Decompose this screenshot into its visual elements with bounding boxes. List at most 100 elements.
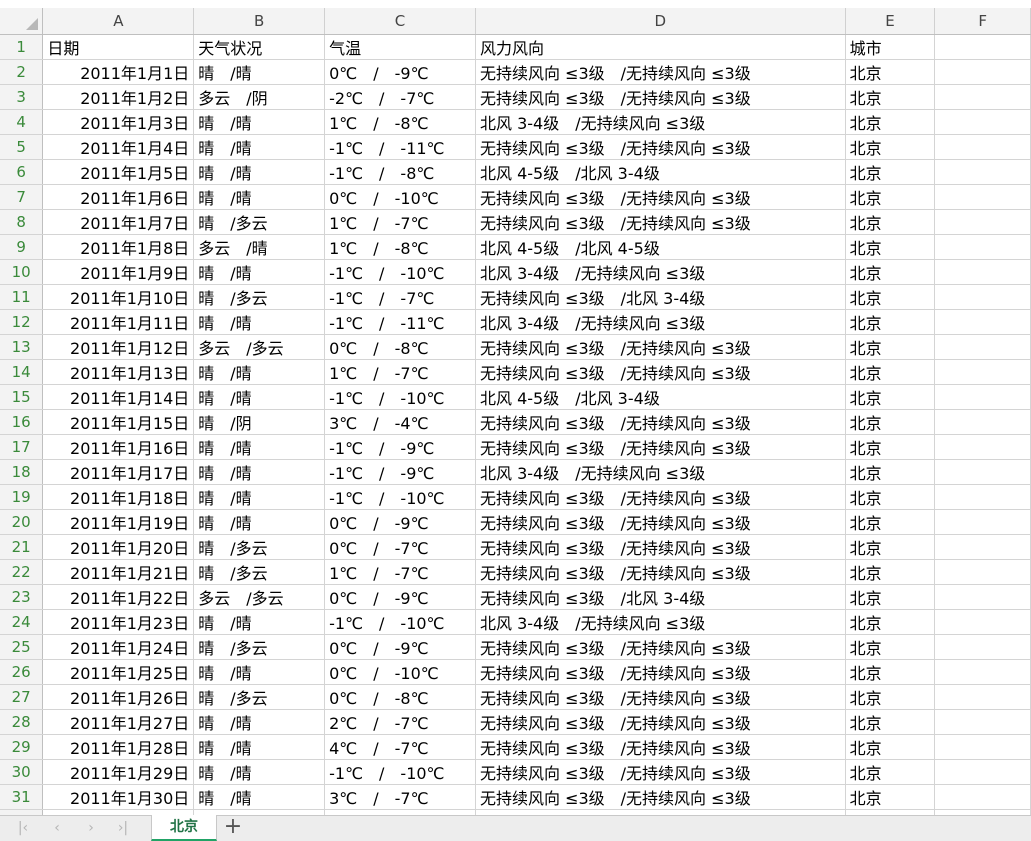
- cell-a[interactable]: 2011年1月9日: [42, 259, 195, 285]
- cell-e[interactable]: 北京: [845, 509, 936, 535]
- cell-d[interactable]: 北风 3-4级 /无持续风向 ≤3级: [475, 259, 846, 285]
- cell-b[interactable]: 晴 /多云: [193, 559, 326, 585]
- cell-a[interactable]: 2011年1月18日: [42, 484, 195, 510]
- last-sheet-icon[interactable]: ›|: [114, 819, 132, 837]
- cell-c[interactable]: 1℃ / -7℃: [324, 209, 476, 235]
- cell-d[interactable]: 无持续风向 ≤3级 /无持续风向 ≤3级: [475, 509, 846, 535]
- row-header[interactable]: 14: [0, 359, 44, 385]
- cell-c[interactable]: -1℃ / -7℃: [324, 284, 476, 310]
- cell-a[interactable]: 2011年1月23日: [42, 609, 195, 635]
- cell-e[interactable]: 北京: [845, 284, 936, 310]
- cell-e[interactable]: 北京: [845, 159, 936, 185]
- cell-b[interactable]: 晴 /晴: [193, 259, 326, 285]
- cell-b[interactable]: 晴 /晴: [193, 459, 326, 485]
- cell-d[interactable]: 无持续风向 ≤3级 /无持续风向 ≤3级: [475, 409, 846, 435]
- cell-b[interactable]: 晴 /晴: [193, 159, 326, 185]
- cell-a[interactable]: 2011年1月3日: [42, 109, 195, 135]
- row-header[interactable]: 19: [0, 484, 44, 510]
- cell-d[interactable]: 无持续风向 ≤3级 /无持续风向 ≤3级: [475, 84, 846, 110]
- cell-b[interactable]: 晴 /晴: [193, 109, 326, 135]
- cell-a[interactable]: 2011年1月28日: [42, 734, 195, 760]
- cell-c[interactable]: -1℃ / -10℃: [324, 759, 476, 785]
- cell-e[interactable]: 北京: [845, 709, 936, 735]
- cell-f[interactable]: [934, 584, 1031, 610]
- cell-a[interactable]: 2011年1月25日: [42, 659, 195, 685]
- cell-f[interactable]: [934, 534, 1031, 560]
- cell-b[interactable]: 天气状况: [193, 34, 326, 60]
- cell-d[interactable]: 无持续风向 ≤3级 /无持续风向 ≤3级: [475, 759, 846, 785]
- cell-d[interactable]: 无持续风向 ≤3级 /无持续风向 ≤3级: [475, 59, 846, 85]
- cell-a[interactable]: 2011年1月8日: [42, 234, 195, 260]
- cell-d[interactable]: 无持续风向 ≤3级 /北风 3-4级: [475, 584, 846, 610]
- row-header[interactable]: 25: [0, 634, 44, 660]
- column-header-b[interactable]: B: [193, 8, 326, 35]
- row-header[interactable]: 13: [0, 334, 44, 360]
- cell-c[interactable]: -1℃ / -10℃: [324, 384, 476, 410]
- cell-c[interactable]: -1℃ / -10℃: [324, 259, 476, 285]
- cell-d[interactable]: 北风 3-4级 /无持续风向 ≤3级: [475, 309, 846, 335]
- cell-e[interactable]: 北京: [845, 384, 936, 410]
- cell-c[interactable]: 0℃ / -7℃: [324, 534, 476, 560]
- cell-d[interactable]: 无持续风向 ≤3级 /无持续风向 ≤3级: [475, 334, 846, 360]
- cell-d[interactable]: 无持续风向 ≤3级 /无持续风向 ≤3级: [475, 634, 846, 660]
- cell-d[interactable]: 无持续风向 ≤3级 /无持续风向 ≤3级: [475, 434, 846, 460]
- cell-a[interactable]: 2011年1月7日: [42, 209, 195, 235]
- row-header[interactable]: 12: [0, 309, 44, 335]
- cell-f[interactable]: [934, 784, 1031, 810]
- cell-c[interactable]: 4℃ / -7℃: [324, 734, 476, 760]
- cell-b[interactable]: 晴 /晴: [193, 759, 326, 785]
- cell-f[interactable]: [934, 184, 1031, 210]
- cell-a[interactable]: 2011年1月12日: [42, 334, 195, 360]
- cell-e[interactable]: 北京: [845, 434, 936, 460]
- cell-a[interactable]: 2011年1月19日: [42, 509, 195, 535]
- cell-e[interactable]: 北京: [845, 559, 936, 585]
- cell-a[interactable]: 2011年1月14日: [42, 384, 195, 410]
- cell-f[interactable]: [934, 109, 1031, 135]
- cell-b[interactable]: 晴 /晴: [193, 309, 326, 335]
- sheet-tab-beijing[interactable]: 北京: [151, 815, 217, 841]
- cell-b[interactable]: 晴 /多云: [193, 534, 326, 560]
- cell-c[interactable]: -1℃ / -11℃: [324, 134, 476, 160]
- cell-d[interactable]: 北风 4-5级 /北风 3-4级: [475, 384, 846, 410]
- cell-f[interactable]: [934, 734, 1031, 760]
- cell-c[interactable]: -1℃ / -10℃: [324, 484, 476, 510]
- cell-b[interactable]: 多云 /阴: [193, 84, 326, 110]
- cell-f[interactable]: [934, 259, 1031, 285]
- cell-f[interactable]: [934, 459, 1031, 485]
- cell-a[interactable]: 2011年1月30日: [42, 784, 195, 810]
- cell-b[interactable]: 多云 /晴: [193, 234, 326, 260]
- cell-e[interactable]: 北京: [845, 84, 936, 110]
- cell-c[interactable]: 1℃ / -7℃: [324, 359, 476, 385]
- row-header[interactable]: 27: [0, 684, 44, 710]
- cell-e[interactable]: 北京: [845, 609, 936, 635]
- row-header[interactable]: 26: [0, 659, 44, 685]
- cell-d[interactable]: 无持续风向 ≤3级 /无持续风向 ≤3级: [475, 534, 846, 560]
- row-header[interactable]: 21: [0, 534, 44, 560]
- row-header[interactable]: 24: [0, 609, 44, 635]
- row-header[interactable]: 20: [0, 509, 44, 535]
- cell-c[interactable]: 0℃ / -9℃: [324, 509, 476, 535]
- cell-a[interactable]: 2011年1月24日: [42, 634, 195, 660]
- spreadsheet-grid[interactable]: A B C D E F 1 日期 天气状况 气温 风力风向 城市 2 2011年1月1日晴 /…: [0, 0, 1031, 815]
- cell-e[interactable]: 北京: [845, 309, 936, 335]
- cell-f[interactable]: [934, 59, 1031, 85]
- column-header-d[interactable]: D: [475, 8, 846, 35]
- row-header[interactable]: 2: [0, 59, 44, 85]
- cell-a[interactable]: 2011年1月21日: [42, 559, 195, 585]
- cell-e[interactable]: 北京: [845, 134, 936, 160]
- cell-f[interactable]: [934, 634, 1031, 660]
- cell-a[interactable]: 2011年1月15日: [42, 409, 195, 435]
- cell-c[interactable]: 0℃ / -9℃: [324, 634, 476, 660]
- cell-e[interactable]: 城市: [845, 34, 936, 60]
- row-header[interactable]: 15: [0, 384, 44, 410]
- cell-c[interactable]: 1℃ / -8℃: [324, 109, 476, 135]
- cell-e[interactable]: 北京: [845, 59, 936, 85]
- column-header-e[interactable]: E: [845, 8, 936, 35]
- cell-d[interactable]: 北风 4-5级 /北风 3-4级: [475, 159, 846, 185]
- cell-f[interactable]: [934, 384, 1031, 410]
- cell-f[interactable]: [934, 284, 1031, 310]
- cell-b[interactable]: 晴 /多云: [193, 284, 326, 310]
- row-header[interactable]: 4: [0, 109, 44, 135]
- cell-e[interactable]: 北京: [845, 484, 936, 510]
- cell-d[interactable]: 北风 4-5级 /北风 4-5级: [475, 234, 846, 260]
